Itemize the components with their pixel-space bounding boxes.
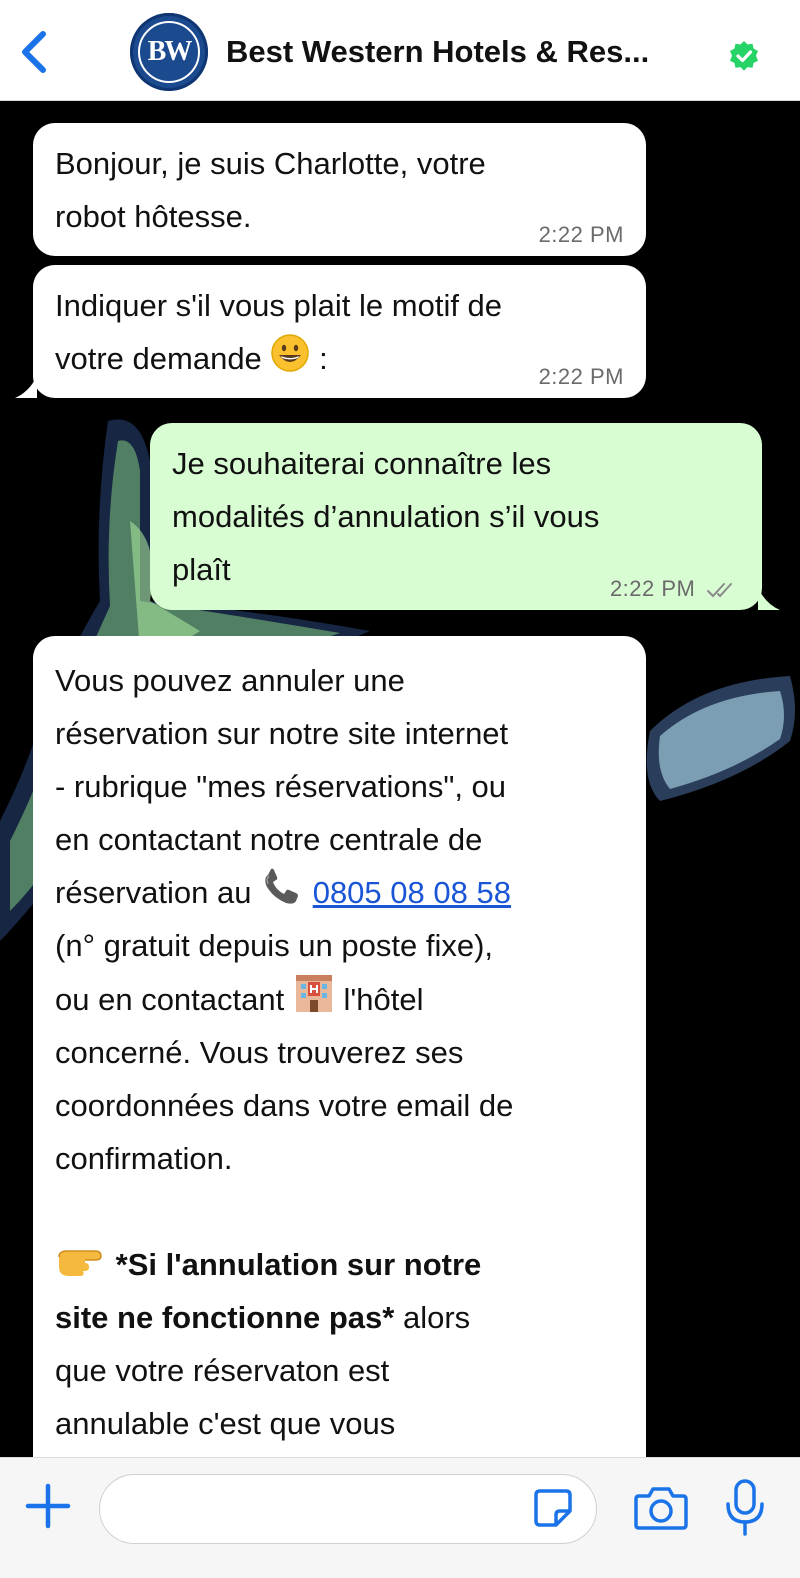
message-text-line: en contactant notre centrale de bbox=[55, 822, 483, 857]
message-timestamp: 2:22 PM bbox=[609, 576, 696, 601]
camera-icon[interactable] bbox=[633, 1484, 689, 1532]
message-bold-text: site ne fonctionne pas* bbox=[55, 1300, 395, 1335]
message-timestamp: 2:22 PM bbox=[538, 364, 624, 389]
message-meta: 2:22 PM bbox=[610, 576, 740, 602]
message-text-line: site ne fonctionne pas* alors bbox=[55, 1291, 624, 1344]
pointing-hand-icon bbox=[58, 1250, 102, 1276]
message-text-line: Indiquer s'il vous plait le motif de bbox=[55, 288, 503, 323]
message-text-line: concerné. Vous trouverez ses bbox=[55, 1035, 464, 1070]
message-text-line: Bonjour, je suis Charlotte, votre bbox=[55, 146, 486, 181]
message-text: réservation au bbox=[55, 875, 252, 910]
message-text-line: modalités d’annulation s’il vous bbox=[172, 499, 600, 534]
bubble-tail bbox=[758, 588, 780, 610]
avatar-ring: BW bbox=[138, 21, 200, 83]
wallpaper-butterfly-right bbox=[646, 676, 795, 801]
sticker-icon[interactable] bbox=[532, 1487, 574, 1529]
microphone-icon[interactable] bbox=[722, 1478, 768, 1538]
message-text: votre demande bbox=[55, 341, 262, 376]
message-timestamp: 2:22 PM bbox=[538, 222, 624, 247]
message-text-line: *Si l'annulation sur notre bbox=[55, 1238, 624, 1291]
message-text-line: - rubrique "mes réservations", ou bbox=[55, 769, 507, 804]
message-text: l'hôtel bbox=[343, 982, 424, 1017]
message-text-line: Vous pouvez annuler une bbox=[55, 663, 405, 698]
plus-icon[interactable] bbox=[24, 1482, 72, 1530]
verified-check-icon bbox=[730, 41, 758, 71]
message-text-line: réservation sur notre site internet bbox=[55, 716, 509, 751]
message-text-line: (n° gratuit depuis un poste fixe), bbox=[55, 928, 494, 963]
bubble-tail bbox=[15, 376, 37, 398]
message-text: : bbox=[319, 341, 328, 376]
message-text-line: Je souhaiterai connaître les bbox=[172, 446, 552, 481]
composer-bar bbox=[0, 1457, 800, 1578]
incoming-message[interactable]: Bonjour, je suis Charlotte, votre robot … bbox=[33, 123, 646, 256]
message-bold-text: *Si l'annulation sur notre bbox=[115, 1247, 482, 1282]
telephone-icon bbox=[265, 868, 299, 904]
back-button[interactable] bbox=[12, 24, 56, 80]
message-text: alors bbox=[394, 1300, 471, 1335]
incoming-message[interactable]: Indiquer s'il vous plait le motif de vot… bbox=[15, 265, 646, 398]
message-text-line: annulable c'est que vous bbox=[55, 1406, 396, 1441]
phone-number-link[interactable]: 0805 08 08 58 bbox=[313, 875, 511, 910]
message-text-line: que votre réservaton est bbox=[55, 1353, 390, 1388]
chat-area[interactable]: Bonjour, je suis Charlotte, votre robot … bbox=[0, 101, 800, 1457]
chat-title[interactable]: Best Western Hotels & Res... bbox=[226, 34, 649, 70]
incoming-message[interactable]: Vous pouvez annuler une réservation sur … bbox=[33, 636, 646, 1457]
grinning-face-icon bbox=[271, 334, 310, 372]
message-text-line: coordonnées dans votre email de bbox=[55, 1088, 514, 1123]
outgoing-message[interactable]: Je souhaiterai connaître les modalités d… bbox=[150, 423, 780, 610]
message-input[interactable] bbox=[99, 1474, 597, 1544]
avatar[interactable]: BW bbox=[130, 13, 208, 91]
chat-header: BW Best Western Hotels & Res... bbox=[0, 0, 800, 101]
chevron-left-icon bbox=[22, 31, 46, 73]
message-text: ou en contactant bbox=[55, 982, 285, 1017]
hotel-icon bbox=[295, 975, 332, 1012]
double-check-icon bbox=[707, 583, 732, 598]
avatar-logo-text: BW bbox=[147, 36, 193, 67]
message-text-line: ou en contactant l'hôtel bbox=[55, 972, 624, 1026]
message-text-line: réservation au 0805 08 08 58 bbox=[55, 866, 624, 919]
message-text-line: confirmation. bbox=[55, 1141, 233, 1176]
